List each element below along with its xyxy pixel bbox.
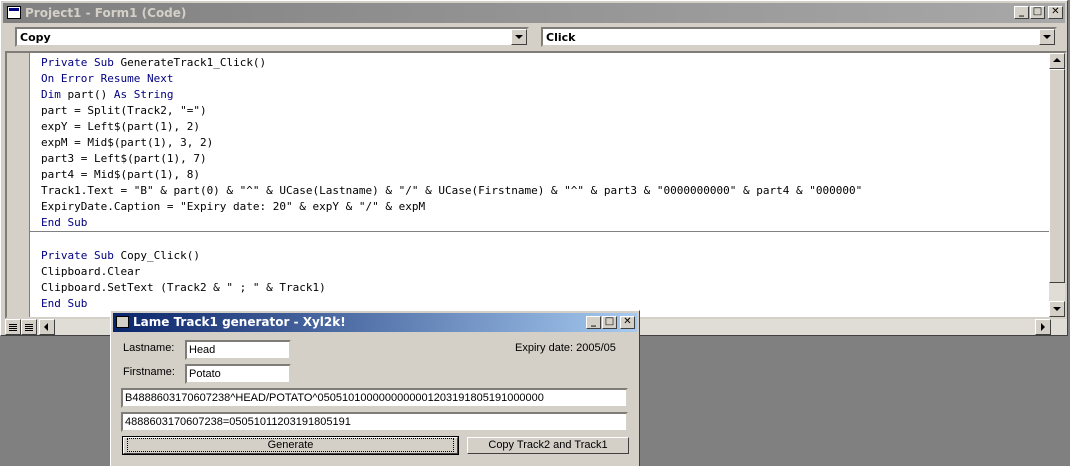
margin-indicator-bar[interactable] — [7, 53, 30, 317]
vertical-scrollbar[interactable] — [1049, 53, 1065, 317]
minimize-icon: _ — [591, 316, 596, 327]
code-line: expY = Left$(part(1), 2) — [41, 120, 200, 133]
code-line: ExpiryDate.Caption = "Expiry date: 20" &… — [41, 200, 426, 213]
track2-input[interactable]: 4888603170607238=0505101120319180519​1 — [121, 412, 628, 432]
close-icon: ✕ — [623, 316, 632, 327]
minimize-icon: _ — [1019, 6, 1024, 17]
procedure-combo-value: Click — [546, 31, 576, 44]
object-combo[interactable]: Copy — [15, 27, 529, 47]
dialog-close-button[interactable]: ✕ — [620, 316, 635, 329]
vb-code-icon — [7, 6, 21, 19]
procedure-view-icon[interactable] — [5, 319, 21, 335]
form-icon — [116, 316, 129, 328]
copy-track2-track1-button[interactable]: Copy Track2 and Track1 — [467, 437, 629, 454]
maximize-icon: □ — [1032, 6, 1043, 17]
track1-generator-dialog: Lame Track1 generator - Xyl2k! _ □ ✕ Las… — [110, 310, 640, 466]
firstname-input[interactable]: Potato — [185, 364, 291, 384]
code-editor[interactable]: Private Sub GenerateTrack1_Click() On Er… — [5, 51, 1067, 319]
close-icon: ✕ — [1051, 6, 1060, 17]
code-window: Project1 - Form1 (Code) _ □ ✕ Copy Click… — [0, 0, 1068, 336]
code-area[interactable]: Private Sub GenerateTrack1_Click() On Er… — [29, 55, 1049, 317]
code-line: Track1.Text = "B" & part(0) & "^" & UCas… — [41, 184, 863, 197]
code-line: Private Sub GenerateTrack1_Click() — [41, 56, 267, 69]
dropdown-arrow-icon[interactable] — [511, 29, 527, 45]
scroll-up-icon[interactable] — [1049, 53, 1065, 69]
maximize-button[interactable]: □ — [1030, 6, 1045, 19]
code-line: expM = Mid$(part(1), 3, 2) — [41, 136, 214, 149]
code-window-titlebar[interactable]: Project1 - Form1 (Code) _ □ ✕ — [3, 3, 1065, 23]
dialog-title: Lame Track1 generator - Xyl2k! — [133, 315, 346, 329]
code-line: part4 = Mid$(part(1), 8) — [41, 168, 200, 181]
dialog-titlebar[interactable]: Lame Track1 generator - Xyl2k! _ □ ✕ — [113, 313, 637, 332]
close-button[interactable]: ✕ — [1048, 6, 1063, 19]
lastname-label: Lastname: — [123, 342, 175, 354]
code-line: part = Split(Track2, "=") — [41, 104, 207, 117]
maximize-icon: □ — [604, 316, 615, 327]
code-line: Dim part() As String — [41, 88, 174, 101]
vertical-scroll-thumb[interactable] — [1049, 69, 1065, 283]
object-combo-value: Copy — [20, 31, 51, 44]
code-line: Clipboard.SetText (Track2 & " ; " & Trac… — [41, 281, 326, 294]
code-line: End Sub — [29, 215, 1049, 232]
procedure-combo[interactable]: Click — [541, 27, 1057, 47]
code-line: part3 = Left$(part(1), 7) — [41, 152, 207, 165]
scroll-left-icon[interactable] — [39, 319, 55, 335]
scroll-down-icon[interactable] — [1049, 301, 1065, 317]
code-line: Clipboard.Clear — [41, 265, 141, 278]
generate-button-label: Generate — [126, 438, 455, 452]
track1-output[interactable]: B4888603170607238^HEAD/POTATO^0505101000… — [121, 388, 628, 408]
lastname-input[interactable]: Head — [185, 340, 291, 360]
code-line: On Error Resume Next — [41, 72, 174, 85]
dialog-maximize-button[interactable]: □ — [602, 316, 617, 329]
firstname-label: Firstname: — [123, 366, 175, 378]
scroll-right-icon[interactable] — [1035, 319, 1051, 335]
code-window-title: Project1 - Form1 (Code) — [25, 6, 187, 20]
expiry-date-label: Expiry date: 2005/05 — [515, 342, 616, 354]
minimize-button[interactable]: _ — [1014, 6, 1029, 19]
dropdown-arrow-icon[interactable] — [1039, 29, 1055, 45]
code-line: Private Sub Copy_Click() — [41, 249, 200, 262]
generate-button[interactable]: Generate — [122, 436, 459, 455]
full-module-view-icon[interactable] — [21, 319, 37, 335]
dialog-minimize-button[interactable]: _ — [586, 316, 601, 329]
